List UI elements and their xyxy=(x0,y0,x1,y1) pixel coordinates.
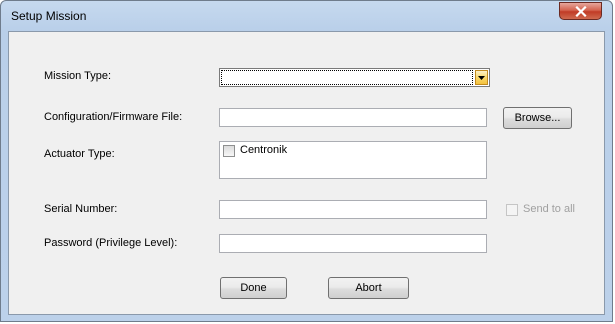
close-button[interactable] xyxy=(559,2,602,20)
mission-type-dropdown-button[interactable] xyxy=(475,70,488,85)
serial-number-input[interactable] xyxy=(219,200,487,219)
centronik-label: Centronik xyxy=(240,144,288,156)
actuator-type-list[interactable]: Centronik xyxy=(219,141,487,179)
browse-button[interactable]: Browse... xyxy=(503,107,572,129)
abort-button[interactable]: Abort xyxy=(328,277,409,299)
centronik-checkbox[interactable] xyxy=(223,145,235,157)
serial-number-label: Serial Number: xyxy=(44,203,118,215)
mission-type-select[interactable] xyxy=(219,68,490,87)
close-x-icon xyxy=(574,5,587,17)
dialog-body: Mission Type: Configuration/Firmware Fil… xyxy=(8,31,605,315)
mission-type-focus-rect xyxy=(221,70,473,85)
password-label: Password (Privilege Level): xyxy=(44,237,178,249)
config-file-label: Configuration/Firmware File: xyxy=(44,111,183,123)
config-file-input[interactable] xyxy=(219,108,487,127)
chevron-down-icon xyxy=(478,75,485,80)
password-input[interactable] xyxy=(219,234,487,253)
mission-type-label: Mission Type: xyxy=(44,70,112,82)
send-to-all-checkbox[interactable] xyxy=(506,204,518,216)
setup-mission-dialog: Setup Mission Mission Type: Configuratio… xyxy=(0,0,613,322)
window-title: Setup Mission xyxy=(11,9,87,23)
done-button[interactable]: Done xyxy=(220,277,287,299)
actuator-type-label: Actuator Type: xyxy=(44,148,115,160)
title-bar[interactable]: Setup Mission xyxy=(1,1,612,31)
send-to-all-label: Send to all xyxy=(523,203,575,215)
